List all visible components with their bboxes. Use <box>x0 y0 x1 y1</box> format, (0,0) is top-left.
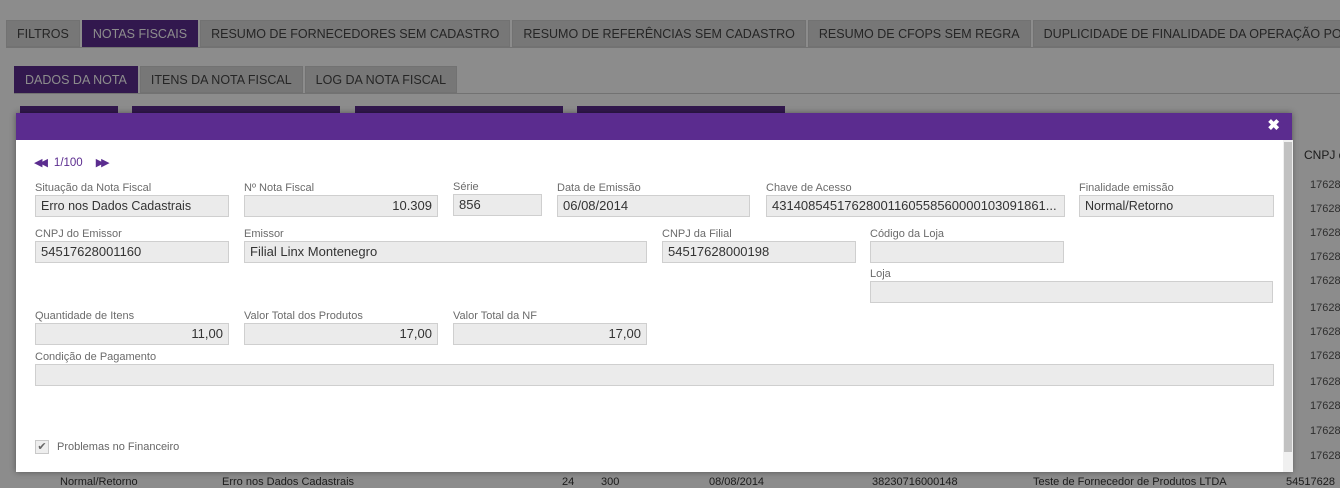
emissor-field: Emissor Filial Linx Montenegro <box>244 227 647 263</box>
chave-acesso-input[interactable]: 43140854517628001160558560000103091861..… <box>766 195 1065 217</box>
cnpj-emissor-input[interactable]: 54517628001160 <box>35 241 229 263</box>
finalidade-field: Finalidade emissão Normal/Retorno <box>1079 181 1274 217</box>
numero-nota-input[interactable]: 10.309 <box>244 195 438 217</box>
finalidade-input[interactable]: Normal/Retorno <box>1079 195 1274 217</box>
valor-produtos-label: Valor Total dos Produtos <box>244 310 363 322</box>
data-emissao-field: Data de Emissão 06/08/2014 <box>557 181 750 217</box>
nota-fiscal-modal: ✖ ◀◀ 1/100 ▶▶ Situação da Nota Fiscal Er… <box>16 113 1293 472</box>
next-record-icon[interactable]: ▶▶ <box>96 156 110 169</box>
condicao-pagamento-field: Condição de Pagamento <box>35 350 1274 386</box>
quantidade-itens-label: Quantidade de Itens <box>35 310 135 322</box>
serie-input[interactable]: 856 <box>453 194 542 216</box>
cnpj-emissor-field: CNPJ do Emissor 54517628001160 <box>35 227 229 263</box>
valor-nf-field: Valor Total da NF 17,00 <box>453 309 647 345</box>
scrollbar-thumb[interactable] <box>1284 142 1292 452</box>
data-emissao-input[interactable]: 06/08/2014 <box>557 195 750 217</box>
emissor-label: Emissor <box>244 228 284 240</box>
loja-field: Loja <box>870 267 1273 303</box>
cnpj-emissor-label: CNPJ do Emissor <box>35 228 122 240</box>
valor-nf-input[interactable]: 17,00 <box>453 323 647 345</box>
situacao-input[interactable]: Erro nos Dados Cadastrais <box>35 195 229 217</box>
valor-produtos-field: Valor Total dos Produtos 17,00 <box>244 309 438 345</box>
previous-record-icon[interactable]: ◀◀ <box>34 156 48 169</box>
situacao-label: Situação da Nota Fiscal <box>35 182 152 194</box>
numero-nota-label: Nº Nota Fiscal <box>244 182 315 194</box>
modal-scrollbar[interactable] <box>1283 140 1293 472</box>
record-pager: ◀◀ 1/100 ▶▶ <box>34 156 110 170</box>
quantidade-itens-input[interactable]: 11,00 <box>35 323 229 345</box>
loja-label: Loja <box>870 268 891 280</box>
valor-nf-label: Valor Total da NF <box>453 310 537 322</box>
quantidade-itens-field: Quantidade de Itens 11,00 <box>35 309 229 345</box>
serie-label: Série <box>453 181 479 193</box>
condicao-pagamento-label: Condição de Pagamento <box>35 351 157 363</box>
condicao-pagamento-input[interactable] <box>35 364 1274 386</box>
codigo-loja-field: Código da Loja <box>870 227 1064 263</box>
data-emissao-label: Data de Emissão <box>557 182 641 194</box>
problemas-financeiro-row: ✔ Problemas no Financeiro <box>35 440 179 454</box>
modal-header: ✖ <box>16 113 1292 140</box>
close-icon[interactable]: ✖ <box>1267 118 1280 134</box>
cnpj-filial-label: CNPJ da Filial <box>662 228 732 240</box>
cnpj-filial-input[interactable]: 54517628000198 <box>662 241 856 263</box>
finalidade-label: Finalidade emissão <box>1079 182 1174 194</box>
numero-nota-field: Nº Nota Fiscal 10.309 <box>244 181 438 217</box>
problemas-financeiro-label: Problemas no Financeiro <box>57 441 180 453</box>
codigo-loja-input[interactable] <box>870 241 1064 263</box>
emissor-input[interactable]: Filial Linx Montenegro <box>244 241 647 263</box>
serie-field: Série 856 <box>453 180 542 216</box>
chave-acesso-field: Chave de Acesso 431408545176280011605585… <box>766 181 1065 217</box>
cnpj-filial-field: CNPJ da Filial 54517628000198 <box>662 227 856 263</box>
situacao-field: Situação da Nota Fiscal Erro nos Dados C… <box>35 181 229 217</box>
chave-acesso-label: Chave de Acesso <box>766 182 852 194</box>
codigo-loja-label: Código da Loja <box>870 228 945 240</box>
problemas-financeiro-checkbox[interactable]: ✔ <box>35 440 49 454</box>
loja-input[interactable] <box>870 281 1273 303</box>
record-counter: 1/100 <box>53 156 83 169</box>
valor-produtos-input[interactable]: 17,00 <box>244 323 438 345</box>
